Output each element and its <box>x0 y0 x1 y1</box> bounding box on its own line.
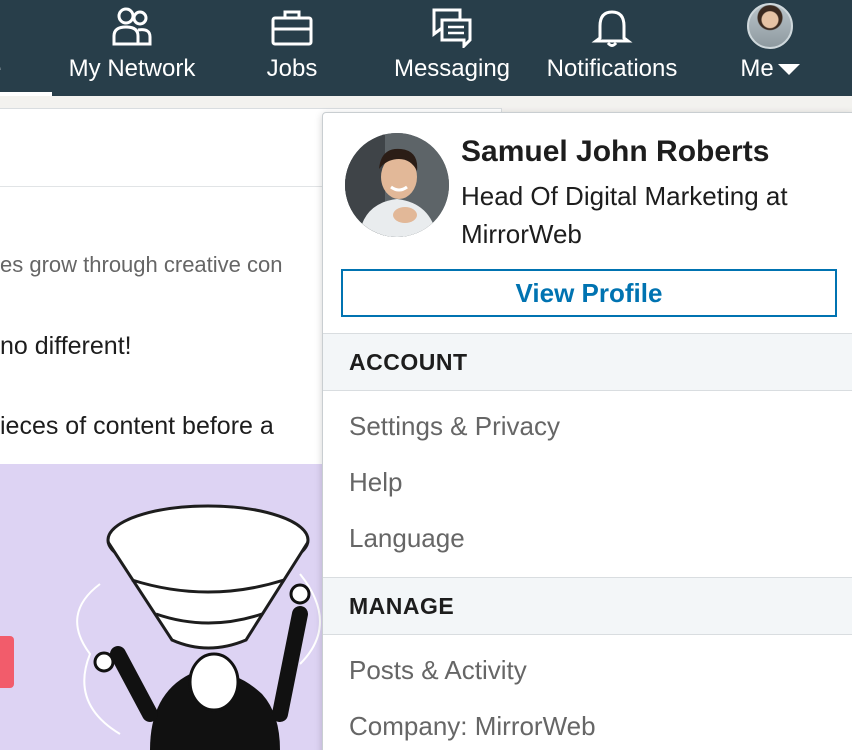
feed-post-subtitle: es grow through creative con <box>0 252 283 277</box>
nav-my-network-label: My Network <box>68 55 196 82</box>
menu-item-settings-privacy[interactable]: Settings & Privacy <box>349 411 560 442</box>
feed-post-text-line: no different! <box>0 332 132 360</box>
network-icon <box>112 7 152 46</box>
nav-my-network[interactable]: My Network <box>52 0 212 96</box>
me-dropdown-menu: Samuel John Roberts Head Of Digital Mark… <box>322 112 852 750</box>
menu-item-company-page[interactable]: Company: MirrorWeb <box>349 711 596 742</box>
profile-name: Samuel John Roberts <box>461 135 770 168</box>
profile-photo[interactable] <box>345 133 449 237</box>
nav-home-label: e <box>0 54 40 84</box>
feed-divider <box>0 186 330 187</box>
profile-headline: Head Of Digital Marketing at MirrorWeb <box>461 181 788 249</box>
profile-photo-image <box>345 133 449 237</box>
nav-jobs-label: Jobs <box>266 55 318 82</box>
view-profile-button[interactable]: View Profile <box>341 269 837 317</box>
funnel-illustration <box>0 504 321 750</box>
menu-item-language[interactable]: Language <box>349 523 465 554</box>
active-tab-indicator <box>0 92 52 96</box>
nav-messaging[interactable]: Messaging <box>382 0 522 96</box>
menu-item-help[interactable]: Help <box>349 467 402 498</box>
nav-notifications-label: Notifications <box>546 55 678 82</box>
nav-messaging-label: Messaging <box>393 55 511 82</box>
feed-post-image[interactable] <box>0 464 330 750</box>
nav-me-label: Me <box>740 55 774 82</box>
feed-post-text-line: ieces of content before a <box>0 412 274 440</box>
account-section-header: ACCOUNT <box>323 333 852 391</box>
nav-me[interactable]: Me <box>720 0 820 96</box>
caret-down-icon <box>777 64 800 76</box>
avatar <box>747 3 793 49</box>
account-section-title: ACCOUNT <box>349 349 468 375</box>
messaging-icon <box>432 8 472 48</box>
manage-section-header: MANAGE <box>323 577 852 635</box>
nav-notifications[interactable]: Notifications <box>532 0 692 96</box>
nav-jobs[interactable]: Jobs <box>232 0 352 96</box>
briefcase-icon <box>271 10 313 46</box>
top-navigation-bar: e My Network Jobs Messaging <box>0 0 852 96</box>
menu-item-posts-activity[interactable]: Posts & Activity <box>349 655 527 686</box>
manage-section-title: MANAGE <box>349 593 455 619</box>
nav-me-label-wrap: Me <box>720 54 820 84</box>
bell-icon <box>591 10 633 47</box>
nav-home[interactable]: e <box>0 0 52 96</box>
